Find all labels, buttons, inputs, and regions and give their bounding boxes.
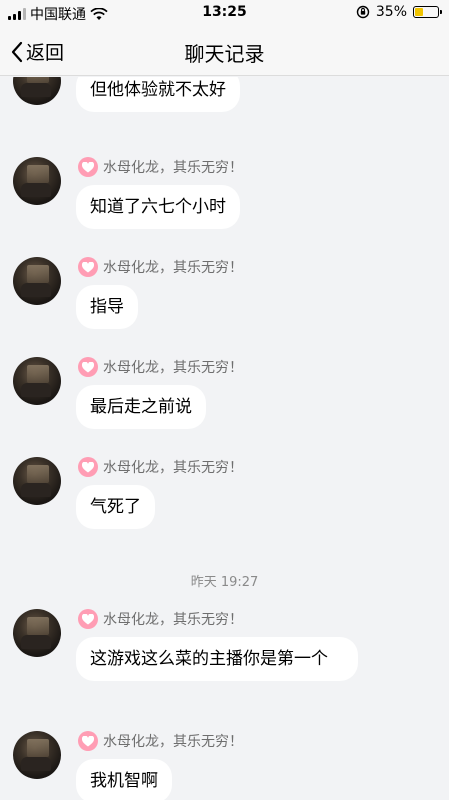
avatar[interactable] bbox=[13, 731, 61, 779]
sender-label: 水母化龙，其乐无穷！ bbox=[103, 360, 243, 376]
status-bar: 中国联通 13:25 35% bbox=[0, 0, 449, 26]
message-bubble[interactable]: 我机智啊 bbox=[76, 759, 172, 800]
sender-name: 水母化龙，其乐无穷！ bbox=[78, 609, 243, 629]
battery-icon bbox=[413, 6, 442, 18]
sender-label: 水母化龙，其乐无穷！ bbox=[103, 160, 243, 176]
orientation-lock-icon bbox=[356, 5, 370, 19]
status-right: 35% bbox=[356, 4, 442, 20]
message-bubble[interactable]: 气死了 bbox=[76, 485, 155, 529]
avatar[interactable] bbox=[13, 157, 61, 205]
avatar[interactable] bbox=[13, 357, 61, 405]
nav-bar: 返回 聊天记录 bbox=[0, 26, 449, 76]
message-bubble[interactable]: 这游戏这么菜的主播你是第一个 bbox=[76, 637, 358, 681]
page-title: 聊天记录 bbox=[184, 42, 265, 66]
avatar[interactable] bbox=[13, 609, 61, 657]
chat-history[interactable]: 但他体验就不太好 水母化龙，其乐无穷！ 知道了六七个小时 水母化龙，其乐无穷！ … bbox=[0, 77, 449, 800]
message-bubble[interactable]: 知道了六七个小时 bbox=[76, 185, 240, 229]
sender-name: 水母化龙，其乐无穷！ bbox=[78, 257, 243, 277]
sender-name: 水母化龙，其乐无穷！ bbox=[78, 157, 243, 177]
sender-label: 水母化龙，其乐无穷！ bbox=[103, 460, 243, 476]
heart-badge-icon bbox=[78, 157, 98, 177]
time-divider: 昨天 19:27 bbox=[190, 575, 259, 590]
heart-badge-icon bbox=[78, 357, 98, 377]
sender-label: 水母化龙，其乐无穷！ bbox=[103, 260, 243, 276]
message-bubble[interactable]: 最后走之前说 bbox=[76, 385, 206, 429]
heart-badge-icon bbox=[78, 731, 98, 751]
battery-percent: 35% bbox=[375, 4, 407, 20]
sender-name: 水母化龙，其乐无穷！ bbox=[78, 731, 243, 751]
heart-badge-icon bbox=[78, 609, 98, 629]
heart-badge-icon bbox=[78, 457, 98, 477]
sender-name: 水母化龙，其乐无穷！ bbox=[78, 357, 243, 377]
avatar[interactable] bbox=[13, 77, 61, 105]
sender-label: 水母化龙，其乐无穷！ bbox=[103, 734, 243, 750]
sender-label: 水母化龙，其乐无穷！ bbox=[103, 612, 243, 628]
battery-fill bbox=[415, 8, 423, 16]
message-bubble[interactable]: 指导 bbox=[76, 285, 138, 329]
message-bubble[interactable]: 但他体验就不太好 bbox=[76, 77, 240, 112]
avatar[interactable] bbox=[13, 257, 61, 305]
heart-badge-icon bbox=[78, 257, 98, 277]
avatar[interactable] bbox=[13, 457, 61, 505]
sender-name: 水母化龙，其乐无穷！ bbox=[78, 457, 243, 477]
